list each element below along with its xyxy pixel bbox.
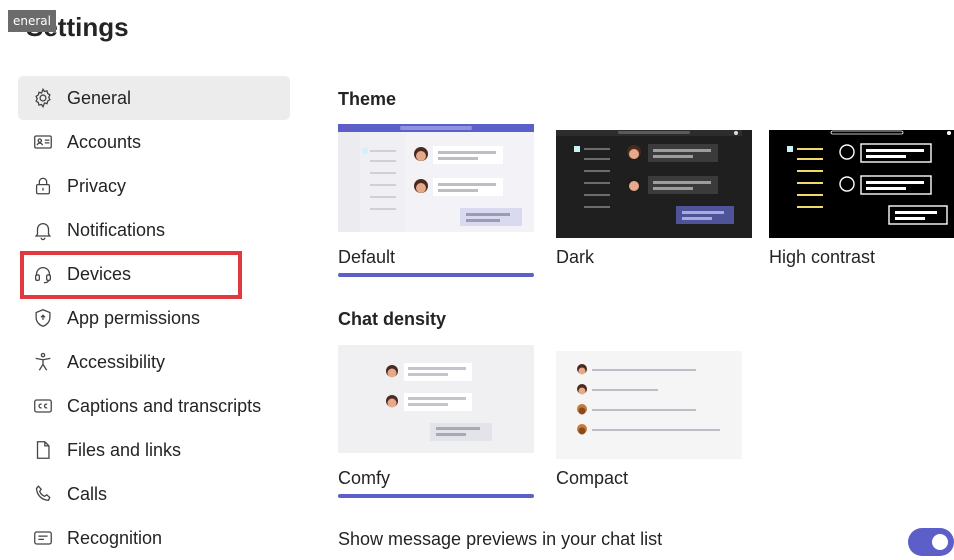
phone-icon [32,483,54,505]
sidebar-item-label: Calls [67,483,108,504]
density-option-compact[interactable]: Compact [556,345,752,489]
theme-preview-default [338,124,534,232]
bell-icon [32,219,54,241]
density-option-comfy[interactable]: Comfy [338,345,534,498]
selected-indicator [338,494,534,498]
sidebar-item-recognition[interactable]: Recognition [18,516,290,560]
sidebar-item-label: General [67,87,132,108]
sidebar-item-app-permissions[interactable]: App permissions [18,296,290,340]
headset-icon [32,263,54,285]
theme-preview-dark [556,130,752,238]
sidebar-item-label: Files and links [67,439,182,460]
theme-section-title: Theme [338,89,397,109]
sidebar-item-label: App permissions [67,307,201,328]
density-option-label: Compact [556,468,629,488]
sidebar-item-calls[interactable]: Calls [18,472,290,516]
theme-option-high-contrast[interactable]: High contrast [769,124,954,268]
theme-option-default[interactable]: Default [338,124,534,277]
sidebar-item-label: Notifications [67,219,166,240]
file-icon [32,439,54,461]
density-preview-comfy [338,345,534,453]
sidebar-item-privacy[interactable]: Privacy [18,164,290,208]
density-option-label: Comfy [338,468,391,488]
theme-option-dark[interactable]: Dark [556,124,752,268]
sidebar-item-notifications[interactable]: Notifications [18,208,290,252]
accessibility-icon [32,351,54,373]
lock-icon [32,175,54,197]
sidebar-item-label: Accessibility [67,351,166,372]
sidebar-item-accessibility[interactable]: Accessibility [18,340,290,384]
sidebar-item-files-and-links[interactable]: Files and links [18,428,290,472]
theme-option-label: Default [338,247,396,267]
sidebar-item-label: Devices [67,263,132,284]
sidebar-item-general[interactable]: General [18,76,290,120]
sidebar-item-devices[interactable]: Devices [18,252,290,296]
window-tab-label: eneral [8,10,56,32]
theme-option-label: Dark [556,247,595,267]
sidebar-item-captions[interactable]: Captions and transcripts [18,384,290,428]
sidebar-item-label: Captions and transcripts [67,395,262,416]
density-preview-compact [556,351,742,459]
toggle-knob [932,534,948,550]
id-card-icon [32,131,54,153]
theme-option-label: High contrast [769,247,876,267]
message-previews-label: Show message previews in your chat list [338,529,663,549]
sidebar-item-accounts[interactable]: Accounts [18,120,290,164]
settings-sidebar: General Accounts Privacy Notifications D… [18,76,290,560]
cc-icon [32,395,54,417]
sidebar-item-label: Recognition [67,527,163,548]
chat-density-section-title: Chat density [338,309,447,329]
recognition-icon [32,527,54,549]
gear-icon [32,87,54,109]
message-previews-toggle[interactable] [908,528,954,556]
selected-indicator [338,273,534,277]
shield-icon [32,307,54,329]
sidebar-item-label: Accounts [67,131,142,152]
sidebar-item-label: Privacy [67,175,127,196]
theme-preview-high-contrast [769,130,954,238]
